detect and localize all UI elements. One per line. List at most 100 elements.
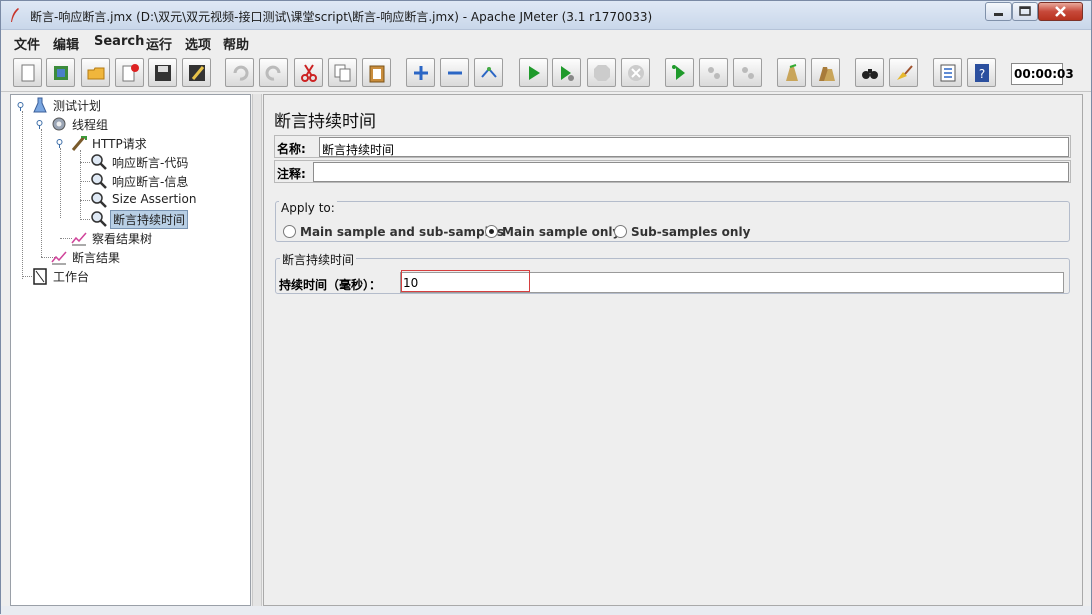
tree-connector bbox=[80, 219, 90, 220]
radio-circle bbox=[283, 225, 296, 238]
start-button[interactable] bbox=[519, 58, 548, 87]
clear-all-button[interactable] bbox=[811, 58, 840, 87]
search-button[interactable] bbox=[855, 58, 884, 87]
tree-connector bbox=[80, 162, 90, 163]
tree-node-response-assertion-info[interactable]: 响应断言-信息 bbox=[90, 172, 230, 190]
assertion-icon bbox=[91, 173, 107, 189]
comment-label: 注释: bbox=[277, 167, 306, 181]
duration-label: 持续时间（毫秒）： bbox=[279, 278, 382, 292]
stop-button[interactable] bbox=[587, 58, 616, 87]
remote-stop-icon bbox=[708, 67, 720, 79]
stop-icon bbox=[594, 65, 610, 81]
remote-start-all-button[interactable] bbox=[665, 58, 694, 87]
collapse-icon bbox=[448, 71, 462, 75]
jmeter-feather-icon bbox=[11, 8, 19, 22]
tree-connector bbox=[60, 148, 61, 218]
new-button[interactable] bbox=[13, 58, 42, 87]
duration-group-title: 断言持续时间 bbox=[280, 251, 357, 268]
tree-expand-handle[interactable] bbox=[55, 139, 64, 148]
close-file-button[interactable] bbox=[115, 58, 144, 87]
minimize-button[interactable] bbox=[985, 2, 1012, 21]
tree-connector bbox=[80, 181, 90, 182]
menu-help[interactable]: 帮助 bbox=[223, 34, 249, 53]
shutdown-button[interactable] bbox=[621, 58, 650, 87]
assertion-icon bbox=[91, 192, 107, 208]
svg-text:?: ? bbox=[979, 67, 985, 81]
templates-button[interactable] bbox=[46, 58, 75, 87]
redo-button[interactable] bbox=[259, 58, 288, 87]
panel-title: 断言持续时间 bbox=[274, 112, 376, 132]
name-input[interactable]: 断言持续时间 bbox=[319, 137, 1069, 157]
tree-node-view-results-tree[interactable]: 察看结果树 bbox=[70, 229, 210, 247]
menu-edit[interactable]: 编辑 bbox=[53, 34, 79, 53]
duration-group: 断言持续时间 持续时间（毫秒）： 10 bbox=[275, 251, 1070, 294]
close-icon bbox=[1055, 6, 1066, 17]
tree-node-label: HTTP请求 bbox=[92, 137, 147, 151]
assertion-icon bbox=[91, 211, 107, 227]
remote-shutdown-all-button[interactable] bbox=[733, 58, 762, 87]
open-button[interactable] bbox=[81, 58, 110, 87]
menu-file[interactable]: 文件 bbox=[14, 34, 40, 53]
reset-search-button[interactable] bbox=[889, 58, 918, 87]
assertion-icon bbox=[91, 154, 107, 170]
collapse-all-button[interactable] bbox=[440, 58, 469, 87]
listener-icon bbox=[51, 251, 67, 265]
cut-button[interactable] bbox=[294, 58, 323, 87]
listener-icon bbox=[71, 232, 87, 246]
tree-node-label: 工作台 bbox=[53, 270, 90, 284]
comment-input[interactable] bbox=[313, 162, 1069, 182]
title-bar: 断言-响应断言.jmx (D:\双元\双元视频-接口测试\课堂script\断言… bbox=[1, 1, 1091, 30]
tree-node-size-assertion[interactable]: Size Assertion bbox=[90, 191, 230, 209]
tree-node-label: 响应断言-信息 bbox=[112, 175, 189, 189]
function-helper-button[interactable] bbox=[933, 58, 962, 87]
tree-node-label: 察看结果树 bbox=[92, 232, 153, 246]
thread-group-icon bbox=[52, 117, 66, 131]
save-as-button[interactable] bbox=[182, 58, 211, 87]
tree-node-duration-assertion[interactable]: 断言持续时间 bbox=[90, 210, 230, 229]
undo-button[interactable] bbox=[225, 58, 254, 87]
tree-node-label: 测试计划 bbox=[53, 99, 102, 113]
tree-connector bbox=[80, 150, 81, 220]
menu-bar: 文件 编辑 Search 运行 选项 帮助 bbox=[1, 30, 1091, 54]
tree-connector bbox=[22, 111, 23, 279]
toggle-button[interactable] bbox=[474, 58, 503, 87]
radio-label: Main sample only bbox=[502, 225, 621, 239]
tree-node-label: 断言结果 bbox=[72, 251, 121, 265]
paste-button[interactable] bbox=[362, 58, 391, 87]
menu-search[interactable]: Search bbox=[94, 34, 144, 49]
expand-all-button[interactable] bbox=[406, 58, 435, 87]
clear-button[interactable] bbox=[777, 58, 806, 87]
menu-run[interactable]: 运行 bbox=[146, 34, 172, 53]
tree-node-response-assertion-code[interactable]: 响应断言-代码 bbox=[90, 153, 230, 171]
test-plan-icon bbox=[33, 97, 47, 113]
save-button[interactable] bbox=[148, 58, 177, 87]
redo-icon bbox=[265, 65, 281, 81]
remote-shutdown-icon bbox=[742, 67, 754, 79]
tree-node-label: 断言持续时间 bbox=[110, 210, 189, 229]
clear-all-icon bbox=[819, 67, 835, 81]
maximize-icon bbox=[1019, 6, 1031, 16]
apply-to-title: Apply to: bbox=[279, 201, 337, 215]
close-window-button[interactable] bbox=[1038, 2, 1083, 21]
tree-connector bbox=[41, 129, 42, 257]
tree-node-workbench[interactable]: 工作台 bbox=[31, 267, 151, 285]
maximize-button[interactable] bbox=[1012, 2, 1038, 21]
panel-splitter[interactable] bbox=[252, 94, 262, 606]
start-no-pauses-button[interactable] bbox=[552, 58, 581, 87]
undo-icon bbox=[233, 65, 249, 81]
help-button[interactable]: ? bbox=[967, 58, 996, 87]
tree-expand-handle[interactable] bbox=[35, 120, 44, 129]
tree-node-http-request[interactable]: HTTP请求 bbox=[70, 134, 190, 152]
comment-row: 注释: bbox=[274, 160, 1071, 183]
paste-icon bbox=[369, 65, 385, 83]
radio-label: Sub-samples only bbox=[631, 225, 751, 239]
cut-icon bbox=[301, 64, 317, 82]
tree-node-test-plan[interactable]: 测试计划 bbox=[31, 96, 151, 114]
menu-options[interactable]: 选项 bbox=[185, 34, 211, 53]
copy-button[interactable] bbox=[328, 58, 357, 87]
remote-stop-all-button[interactable] bbox=[699, 58, 728, 87]
tree-expand-handle[interactable] bbox=[16, 102, 25, 111]
duration-assertion-panel: 断言持续时间 名称: 断言持续时间 注释: Apply to: Main sam… bbox=[263, 94, 1083, 606]
tree-node-thread-group[interactable]: 线程组 bbox=[50, 115, 170, 133]
tree-node-assertion-results[interactable]: 断言结果 bbox=[50, 248, 190, 266]
